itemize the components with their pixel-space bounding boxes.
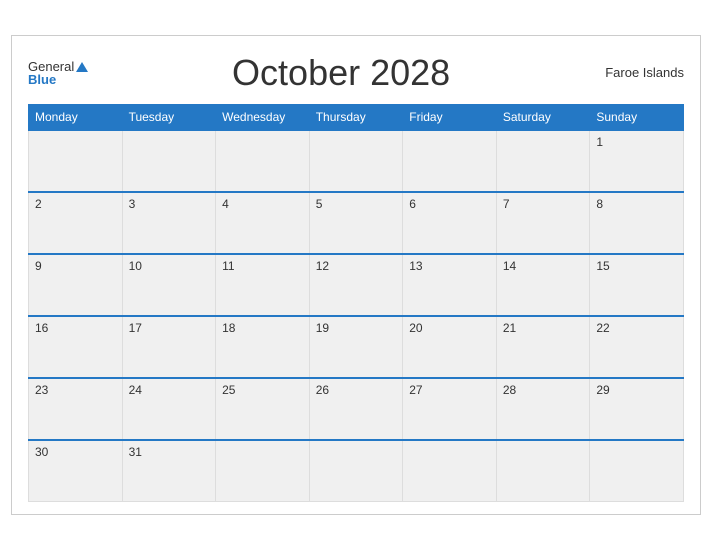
calendar-day-cell: 12 (309, 254, 403, 316)
day-number: 3 (129, 197, 136, 211)
calendar-body: 1234567891011121314151617181920212223242… (29, 130, 684, 502)
calendar-header: General Blue October 2028 Faroe Islands (28, 52, 684, 94)
calendar-day-cell: 19 (309, 316, 403, 378)
calendar-day-cell (122, 130, 216, 192)
calendar-day-cell: 28 (496, 378, 590, 440)
calendar-week-row: 9 10 11 12 13 14 15 (29, 254, 684, 316)
col-friday: Friday (403, 104, 497, 130)
day-number: 18 (222, 321, 235, 335)
day-number: 1 (596, 135, 603, 149)
calendar-day-cell: 7 (496, 192, 590, 254)
day-number: 5 (316, 197, 323, 211)
calendar-day-cell (496, 440, 590, 502)
calendar-day-cell: 2 (29, 192, 123, 254)
calendar-day-cell: 3 (122, 192, 216, 254)
calendar-day-cell: 24 (122, 378, 216, 440)
logo-triangle-icon (76, 62, 88, 72)
day-number: 27 (409, 383, 422, 397)
day-number: 4 (222, 197, 229, 211)
day-number: 16 (35, 321, 48, 335)
calendar-day-cell (29, 130, 123, 192)
calendar-day-cell: 11 (216, 254, 310, 316)
calendar-thead: Monday Tuesday Wednesday Thursday Friday… (29, 104, 684, 130)
day-number: 14 (503, 259, 516, 273)
calendar-day-cell (309, 440, 403, 502)
calendar-day-cell: 22 (590, 316, 684, 378)
calendar-day-cell: 29 (590, 378, 684, 440)
calendar-title: October 2028 (88, 52, 594, 94)
days-header-row: Monday Tuesday Wednesday Thursday Friday… (29, 104, 684, 130)
day-number: 29 (596, 383, 609, 397)
calendar-day-cell: 4 (216, 192, 310, 254)
calendar-day-cell: 8 (590, 192, 684, 254)
col-saturday: Saturday (496, 104, 590, 130)
col-wednesday: Wednesday (216, 104, 310, 130)
calendar-day-cell: 14 (496, 254, 590, 316)
calendar-day-cell: 25 (216, 378, 310, 440)
calendar-day-cell: 21 (496, 316, 590, 378)
calendar-day-cell (496, 130, 590, 192)
day-number: 20 (409, 321, 422, 335)
calendar-day-cell: 31 (122, 440, 216, 502)
col-tuesday: Tuesday (122, 104, 216, 130)
day-number: 23 (35, 383, 48, 397)
calendar-day-cell: 30 (29, 440, 123, 502)
logo-general-text: General (28, 60, 88, 73)
calendar-day-cell (309, 130, 403, 192)
calendar-day-cell: 16 (29, 316, 123, 378)
day-number: 21 (503, 321, 516, 335)
calendar-day-cell (216, 440, 310, 502)
day-number: 31 (129, 445, 142, 459)
calendar-container: General Blue October 2028 Faroe Islands … (11, 35, 701, 516)
day-number: 15 (596, 259, 609, 273)
day-number: 19 (316, 321, 329, 335)
calendar-region: Faroe Islands (594, 65, 684, 80)
calendar-day-cell: 15 (590, 254, 684, 316)
day-number: 6 (409, 197, 416, 211)
day-number: 24 (129, 383, 142, 397)
day-number: 26 (316, 383, 329, 397)
calendar-day-cell (216, 130, 310, 192)
calendar-day-cell (403, 440, 497, 502)
calendar-week-row: 23 24 25 26 27 28 29 (29, 378, 684, 440)
logo: General Blue (28, 60, 88, 86)
day-number: 2 (35, 197, 42, 211)
calendar-day-cell: 18 (216, 316, 310, 378)
day-number: 13 (409, 259, 422, 273)
calendar-day-cell: 23 (29, 378, 123, 440)
calendar-week-row: 2 3 4 5 6 7 8 (29, 192, 684, 254)
day-number: 10 (129, 259, 142, 273)
calendar-day-cell: 20 (403, 316, 497, 378)
calendar-day-cell: 27 (403, 378, 497, 440)
day-number: 7 (503, 197, 510, 211)
calendar-day-cell: 1 (590, 130, 684, 192)
day-number: 30 (35, 445, 48, 459)
calendar-day-cell: 9 (29, 254, 123, 316)
day-number: 11 (222, 259, 234, 273)
calendar-week-row: 16 17 18 19 20 21 22 (29, 316, 684, 378)
calendar-day-cell (590, 440, 684, 502)
day-number: 17 (129, 321, 142, 335)
calendar-week-row: 1 (29, 130, 684, 192)
day-number: 12 (316, 259, 329, 273)
calendar-day-cell: 26 (309, 378, 403, 440)
calendar-day-cell: 6 (403, 192, 497, 254)
calendar-table: Monday Tuesday Wednesday Thursday Friday… (28, 104, 684, 503)
calendar-week-row: 30 31 (29, 440, 684, 502)
day-number: 28 (503, 383, 516, 397)
day-number: 25 (222, 383, 235, 397)
calendar-day-cell: 10 (122, 254, 216, 316)
col-monday: Monday (29, 104, 123, 130)
day-number: 9 (35, 259, 42, 273)
calendar-day-cell: 17 (122, 316, 216, 378)
col-thursday: Thursday (309, 104, 403, 130)
calendar-day-cell: 13 (403, 254, 497, 316)
calendar-day-cell: 5 (309, 192, 403, 254)
day-number: 22 (596, 321, 609, 335)
calendar-day-cell (403, 130, 497, 192)
logo-blue-text: Blue (28, 73, 56, 86)
day-number: 8 (596, 197, 603, 211)
col-sunday: Sunday (590, 104, 684, 130)
